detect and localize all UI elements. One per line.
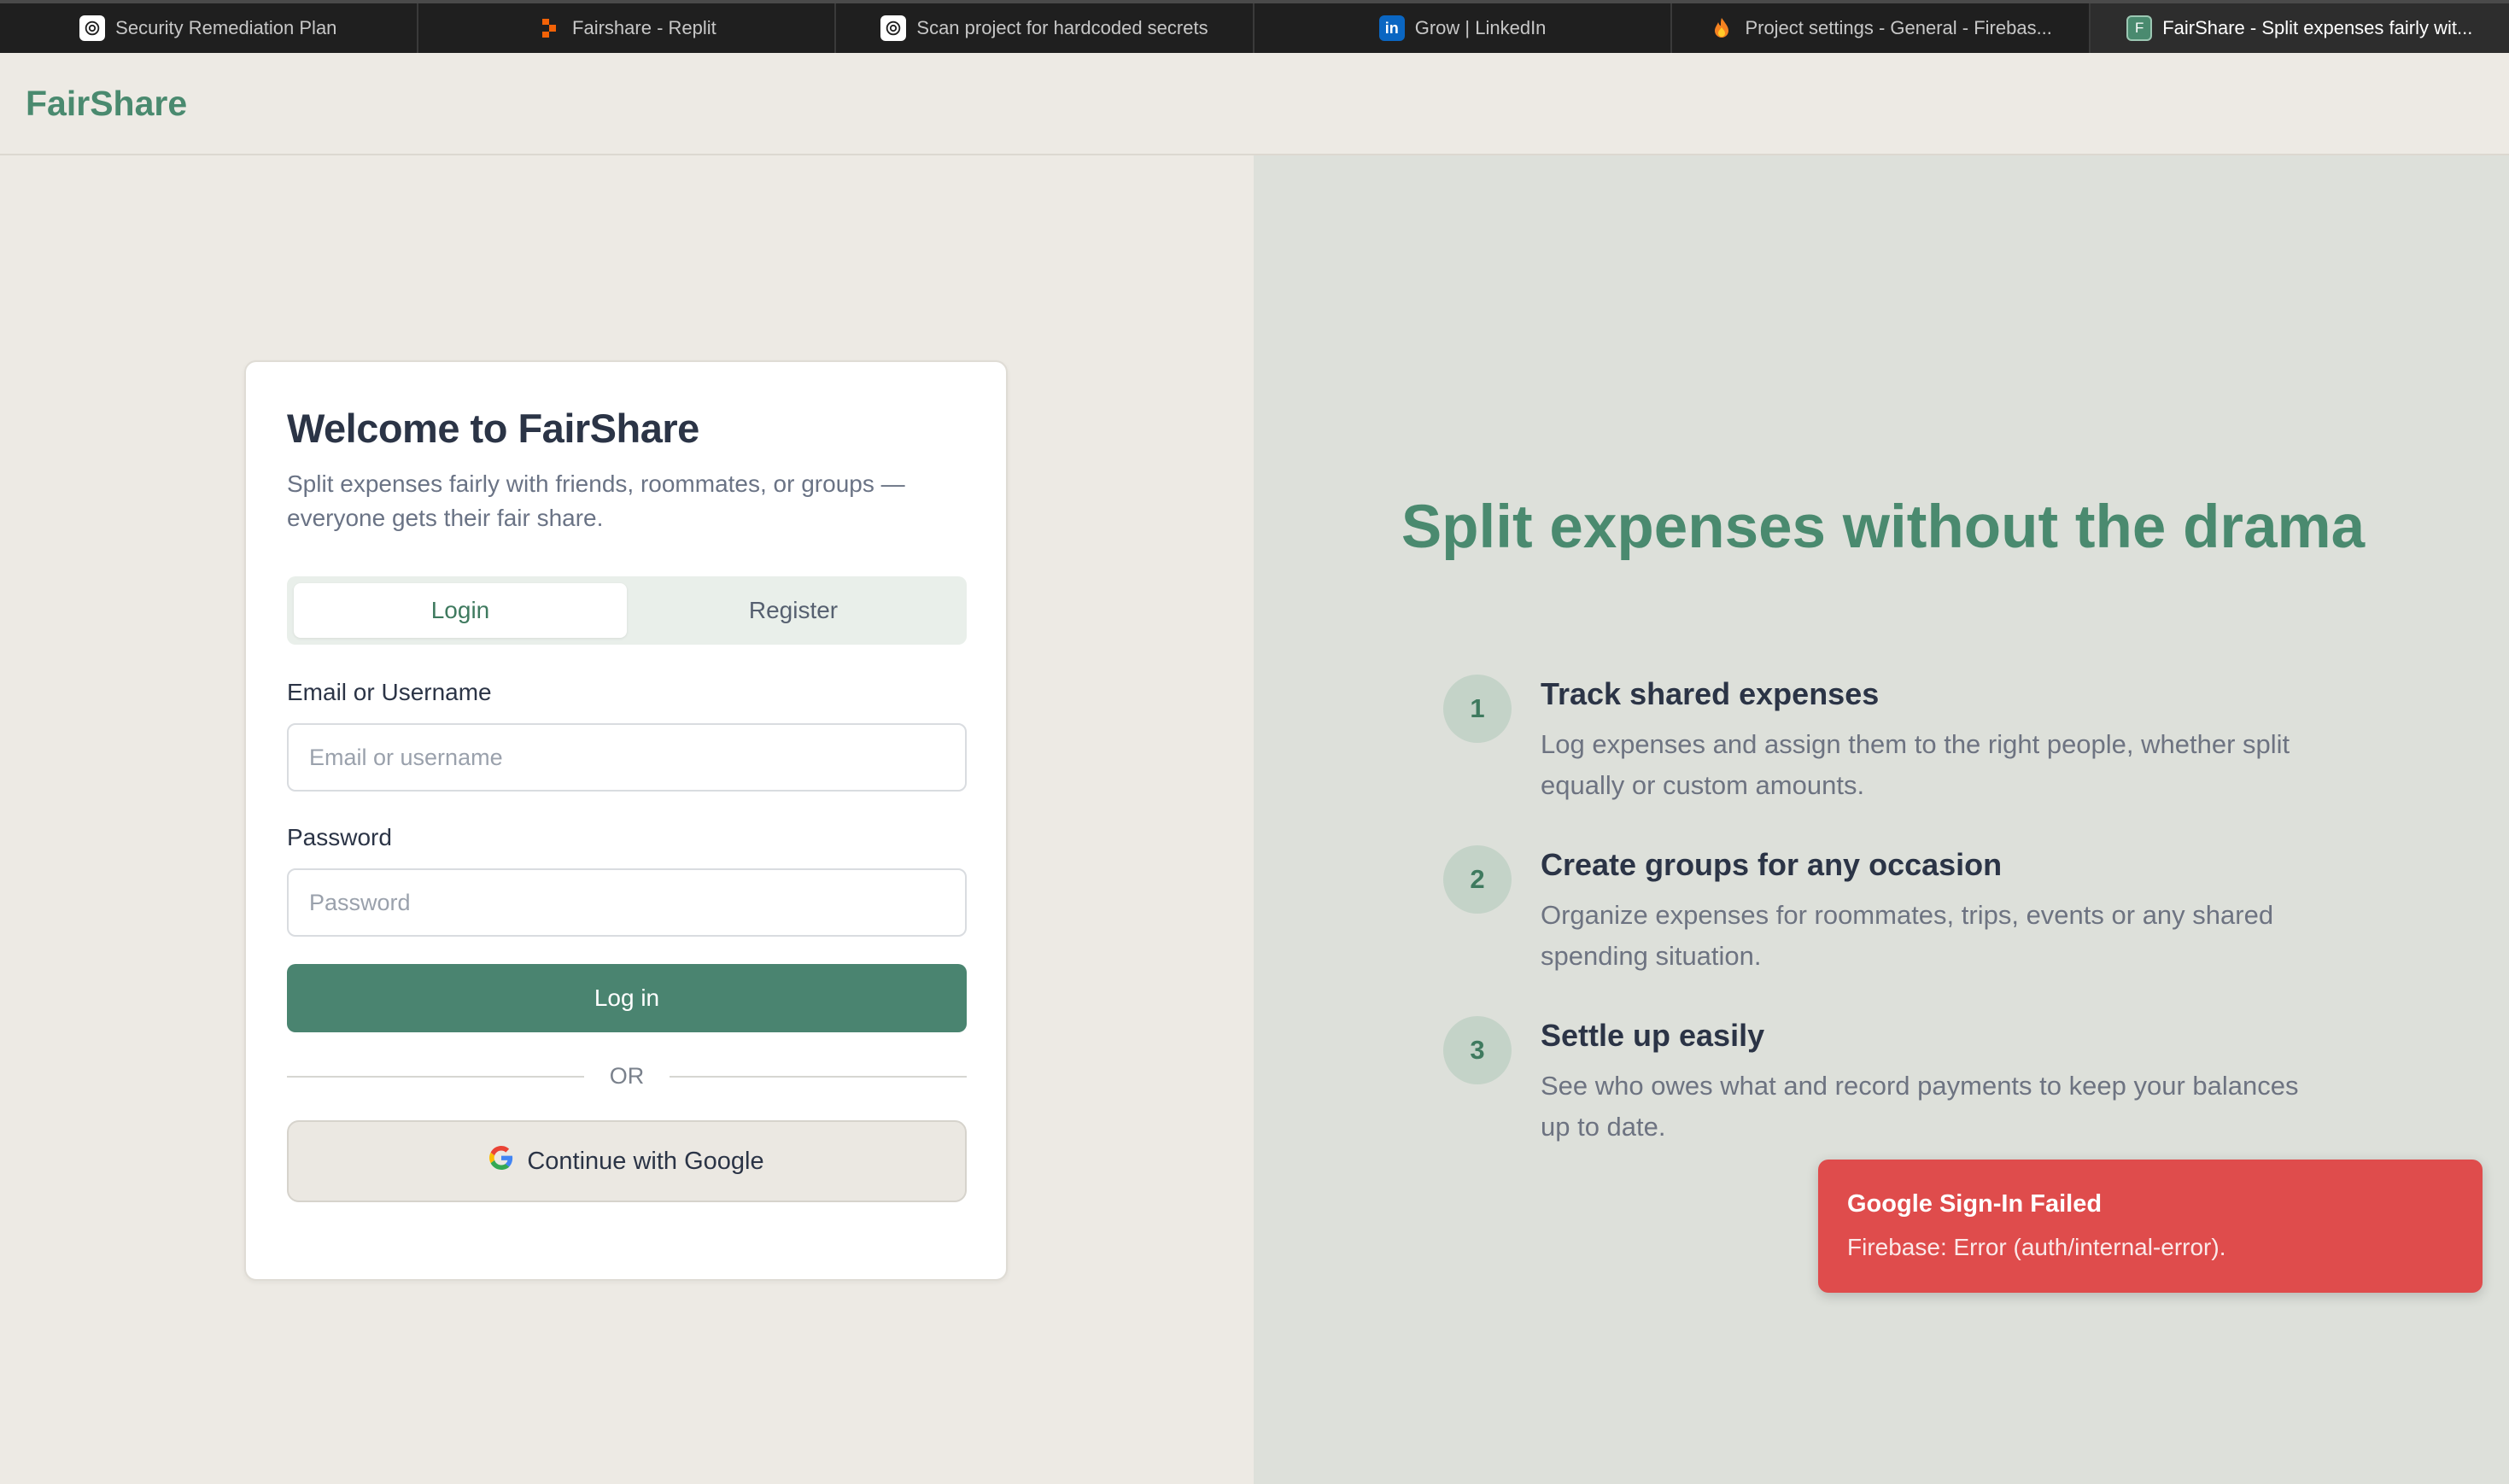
feature-title: Track shared expenses xyxy=(1541,676,1880,711)
password-field[interactable] xyxy=(287,868,967,937)
toast-title: Google Sign-In Failed xyxy=(1847,1190,2103,1218)
login-button[interactable]: Log in xyxy=(287,964,967,1032)
firebase-icon xyxy=(1709,15,1734,41)
google-button-label: Continue with Google xyxy=(527,1147,764,1175)
tab-register[interactable]: Register xyxy=(627,583,960,638)
google-signin-button[interactable]: Continue with Google xyxy=(287,1120,967,1202)
fairshare-icon: F xyxy=(2126,15,2153,41)
step-number-badge: 2 xyxy=(1443,845,1512,914)
step-number-badge: 3 xyxy=(1443,1016,1512,1084)
browser-tab-security-remediation[interactable]: Security Remediation Plan xyxy=(0,3,418,53)
email-field[interactable] xyxy=(287,723,967,792)
feature-description: See who owes what and record payments to… xyxy=(1541,1071,2299,1142)
browser-tab-firebase[interactable]: Project settings - General - Firebas... xyxy=(1672,3,2091,53)
tab-login[interactable]: Login xyxy=(294,583,627,638)
error-toast[interactable]: Google Sign-In Failed Firebase: Error (a… xyxy=(1818,1160,2483,1293)
card-title: Welcome to FairShare xyxy=(287,406,699,451)
feature-item: 1 Track shared expenses Log expenses and… xyxy=(1443,675,2348,806)
browser-tab-replit[interactable]: Fairshare - Replit xyxy=(418,3,837,53)
linkedin-icon: in xyxy=(1378,15,1405,41)
replit-icon xyxy=(536,15,562,41)
feature-description: Log expenses and assign them to the righ… xyxy=(1541,729,2290,800)
feature-item: 3 Settle up easily See who owes what and… xyxy=(1443,1016,2348,1148)
browser-tab-linkedin[interactable]: in Grow | LinkedIn xyxy=(1254,3,1673,53)
tab-label: Security Remediation Plan xyxy=(115,17,337,38)
browser-tab-strip: Security Remediation Plan Fairshare - Re… xyxy=(0,0,2509,53)
or-divider: OR xyxy=(287,1063,967,1090)
feature-description: Organize expenses for roommates, trips, … xyxy=(1541,900,2274,971)
feature-title: Create groups for any occasion xyxy=(1541,847,2003,882)
card-subtitle: Split expenses fairly with friends, room… xyxy=(287,470,905,531)
tab-label: Grow | LinkedIn xyxy=(1414,17,1547,38)
google-icon xyxy=(489,1146,513,1177)
tab-label: Fairshare - Replit xyxy=(572,17,716,38)
divider-text: OR xyxy=(609,1063,645,1089)
toast-message: Firebase: Error (auth/internal-error). xyxy=(1847,1234,2226,1260)
browser-tab-scan-secrets[interactable]: Scan project for hardcoded secrets xyxy=(836,3,1254,53)
login-card: Welcome to FairShare Split expenses fair… xyxy=(244,360,1008,1281)
divider-line xyxy=(670,1075,967,1078)
openai-icon xyxy=(880,15,907,41)
app-header: FairShare xyxy=(0,53,2509,155)
divider-line xyxy=(287,1075,584,1078)
hero-title: Split expenses without the drama xyxy=(1401,494,2366,561)
feature-title: Settle up easily xyxy=(1541,1018,1765,1053)
password-label: Password xyxy=(287,824,392,850)
browser-tab-fairshare[interactable]: F FairShare - Split expenses fairly wit.… xyxy=(2090,3,2509,53)
brand-logo[interactable]: FairShare xyxy=(26,84,187,124)
auth-tabs: Login Register xyxy=(287,576,967,645)
tab-label: FairShare - Split expenses fairly wit... xyxy=(2162,17,2473,38)
tab-label: Project settings - General - Firebas... xyxy=(1745,17,2052,38)
feature-item: 2 Create groups for any occasion Organiz… xyxy=(1443,845,2348,977)
tab-label: Scan project for hardcoded secrets xyxy=(916,17,1208,38)
openai-icon xyxy=(79,15,106,41)
step-number-badge: 1 xyxy=(1443,675,1512,743)
auth-pane: Welcome to FairShare Split expenses fair… xyxy=(0,155,1254,1484)
email-label: Email or Username xyxy=(287,679,492,705)
